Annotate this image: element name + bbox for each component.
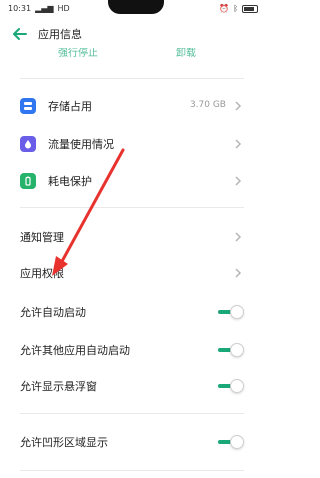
toggle-knob [230, 379, 244, 393]
battery-protect-icon [20, 173, 36, 189]
storage-label: 存储占用 [48, 100, 92, 113]
notification-management-label: 通知管理 [20, 231, 64, 244]
chevron-right-icon [235, 176, 242, 186]
divider [20, 413, 244, 414]
action-buttons-row: 强行停止 卸载 [0, 48, 266, 60]
chevron-right-icon [235, 101, 242, 111]
app-permissions-label: 应用权限 [20, 267, 64, 280]
allow-others-auto-start-toggle[interactable] [218, 343, 244, 357]
back-button[interactable] [10, 24, 30, 44]
data-usage-row[interactable]: 流量使用情况 [0, 128, 266, 160]
floating-window-label: 允许显示悬浮窗 [20, 380, 97, 393]
data-usage-icon [20, 136, 36, 152]
battery-protect-row[interactable]: 耗电保护 [0, 165, 266, 197]
storage-row[interactable]: 存储占用 3.70 GB [0, 90, 266, 122]
uninstall-button[interactable]: 卸载 [176, 48, 196, 59]
floating-window-toggle[interactable] [218, 379, 244, 393]
data-usage-label: 流量使用情况 [48, 138, 114, 151]
app-permissions-row[interactable]: 应用权限 [0, 257, 266, 289]
auto-start-toggle[interactable] [218, 305, 244, 319]
network-type: HD [57, 4, 70, 13]
notification-management-row[interactable]: 通知管理 [0, 221, 266, 253]
chevron-right-icon [235, 232, 242, 242]
toggle-knob [230, 343, 244, 357]
status-right: ⏰ ᛒ [219, 4, 258, 13]
arrow-left-icon [13, 28, 27, 40]
signal-icon: ▂▄▆ [35, 4, 54, 13]
chevron-right-icon [235, 268, 242, 278]
allow-others-auto-start-row[interactable]: 允许其他应用自动启动 [0, 334, 266, 366]
storage-icon [20, 98, 36, 114]
toggle-knob [230, 435, 244, 449]
chevron-right-icon [235, 139, 242, 149]
toggle-knob [230, 305, 244, 319]
page-title: 应用信息 [38, 28, 82, 41]
auto-start-label: 允许自动启动 [20, 306, 86, 319]
status-left: 10:31 ▂▄▆ HD [8, 4, 70, 13]
notch-display-label: 允许凹形区域显示 [20, 436, 108, 449]
floating-window-row[interactable]: 允许显示悬浮窗 [0, 370, 266, 402]
status-time: 10:31 [8, 4, 32, 13]
divider [20, 470, 244, 471]
allow-others-auto-start-label: 允许其他应用自动启动 [20, 344, 130, 357]
app-bar: 应用信息 [0, 20, 266, 48]
notch-display-toggle[interactable] [218, 435, 244, 449]
battery-protect-label: 耗电保护 [48, 175, 92, 188]
battery-icon [242, 4, 258, 13]
status-bar: 10:31 ▂▄▆ HD ⏰ ᛒ [0, 0, 266, 20]
divider [20, 78, 244, 79]
force-stop-button[interactable]: 强行停止 [58, 48, 98, 59]
divider [20, 207, 244, 208]
notch-display-row[interactable]: 允许凹形区域显示 [0, 426, 266, 458]
bluetooth-icon: ᛒ [233, 4, 238, 13]
alarm-icon: ⏰ [219, 4, 230, 13]
storage-value: 3.70 GB [189, 100, 226, 110]
camera-notch [108, 0, 164, 14]
auto-start-row[interactable]: 允许自动启动 [0, 296, 266, 328]
